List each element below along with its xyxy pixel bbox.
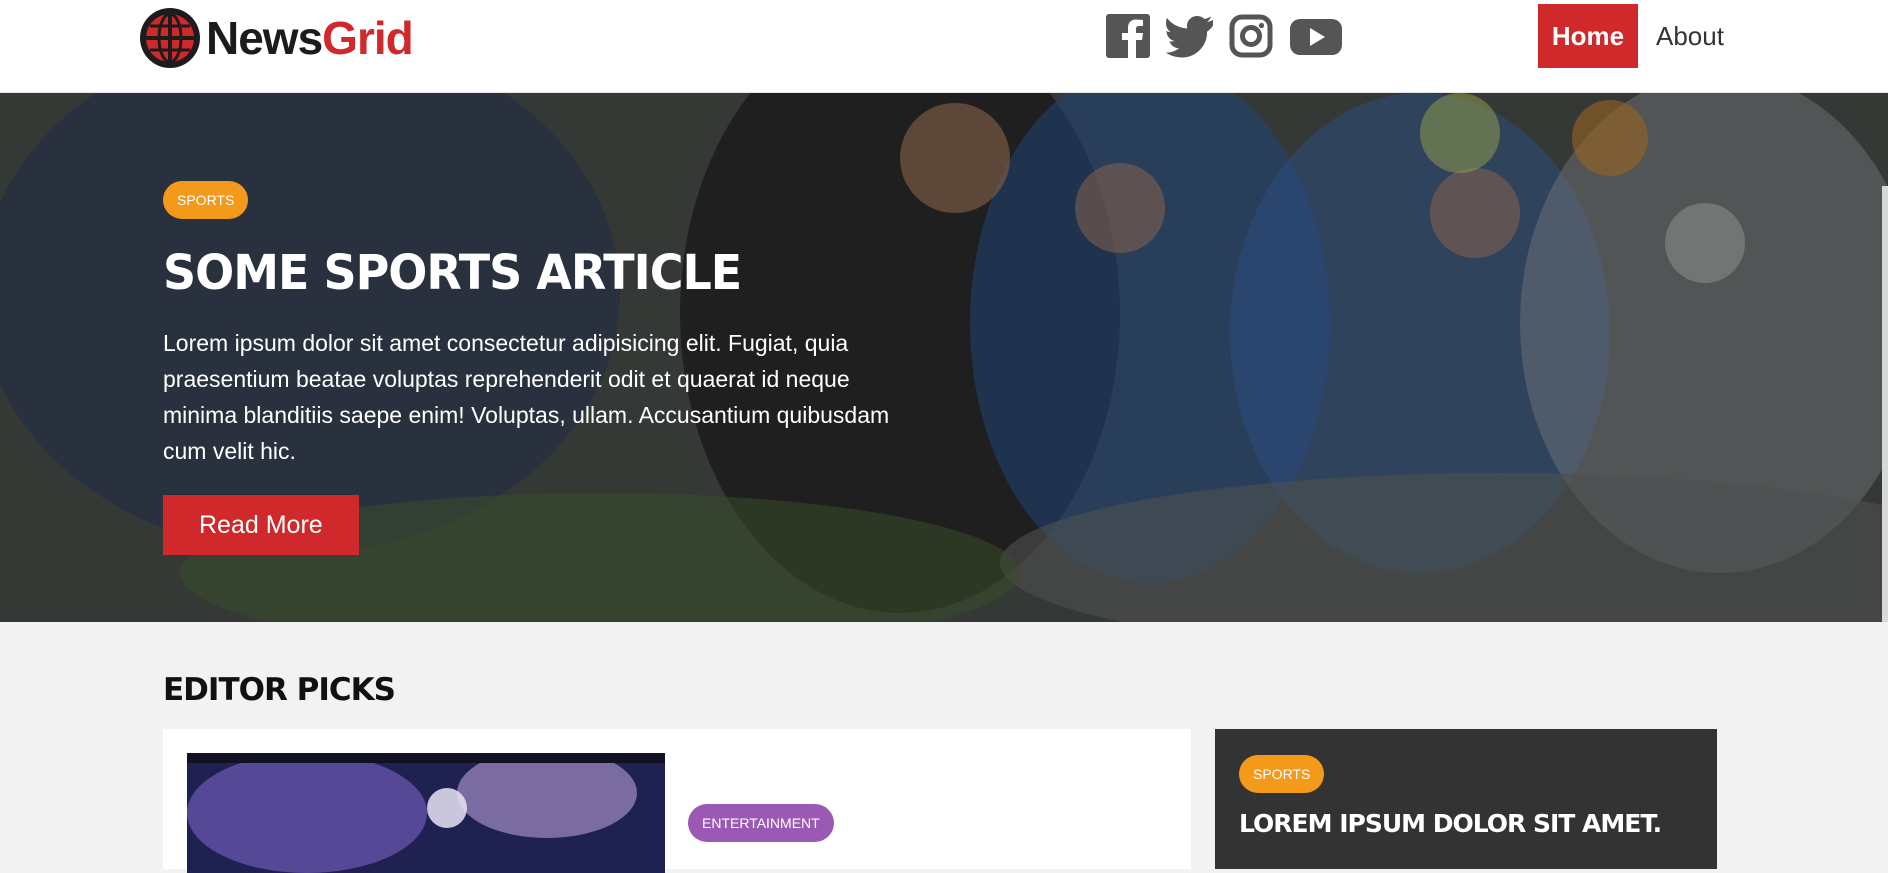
editor-pick-side-card[interactable]: SPORTS LOREM IPSUM DOLOR SIT AMET. — [1215, 729, 1717, 869]
instagram-link[interactable] — [1229, 12, 1273, 60]
brand-name-part1: News — [206, 12, 323, 64]
side-card-sports-tag[interactable]: SPORTS — [1239, 755, 1325, 793]
nav-home[interactable]: Home — [1538, 4, 1638, 68]
youtube-icon — [1290, 19, 1342, 55]
twitter-link[interactable] — [1165, 12, 1213, 60]
brand-name-part2: Grid — [322, 12, 414, 64]
scrollbar[interactable] — [1882, 186, 1888, 622]
entertainment-tag[interactable]: ENTERTAINMENT — [688, 804, 834, 842]
twitter-icon — [1166, 16, 1213, 58]
hero-content: SPORTS SOME SPORTS ARTICLE Lorem ipsum d… — [163, 181, 923, 555]
editor-pick-main-card[interactable]: ENTERTAINMENT — [163, 729, 1191, 873]
main-nav: Home About — [1538, 4, 1742, 68]
editor-picks-heading: EDITOR PICKS — [163, 672, 396, 708]
youtube-link[interactable] — [1289, 12, 1343, 60]
globe-icon — [140, 8, 200, 68]
hero-summary: Lorem ipsum dolor sit amet consectetur a… — [163, 330, 890, 464]
side-card-title: LOREM IPSUM DOLOR SIT AMET. — [1239, 809, 1662, 838]
concert-image — [187, 753, 665, 873]
logo[interactable]: NewsGrid — [138, 4, 414, 72]
read-more-button[interactable]: Read More — [163, 495, 359, 555]
navbar: NewsGrid Home About — [0, 0, 1888, 93]
facebook-link[interactable] — [1106, 12, 1150, 60]
instagram-icon — [1229, 14, 1273, 58]
hero-category-tag[interactable]: SPORTS — [163, 181, 249, 219]
hero-title: SOME SPORTS ARTICLE — [163, 243, 742, 301]
facebook-icon — [1106, 14, 1150, 58]
hero-banner: SPORTS SOME SPORTS ARTICLE Lorem ipsum d… — [0, 93, 1888, 622]
brand-name: NewsGrid — [206, 11, 414, 65]
nav-about[interactable]: About — [1638, 4, 1742, 68]
